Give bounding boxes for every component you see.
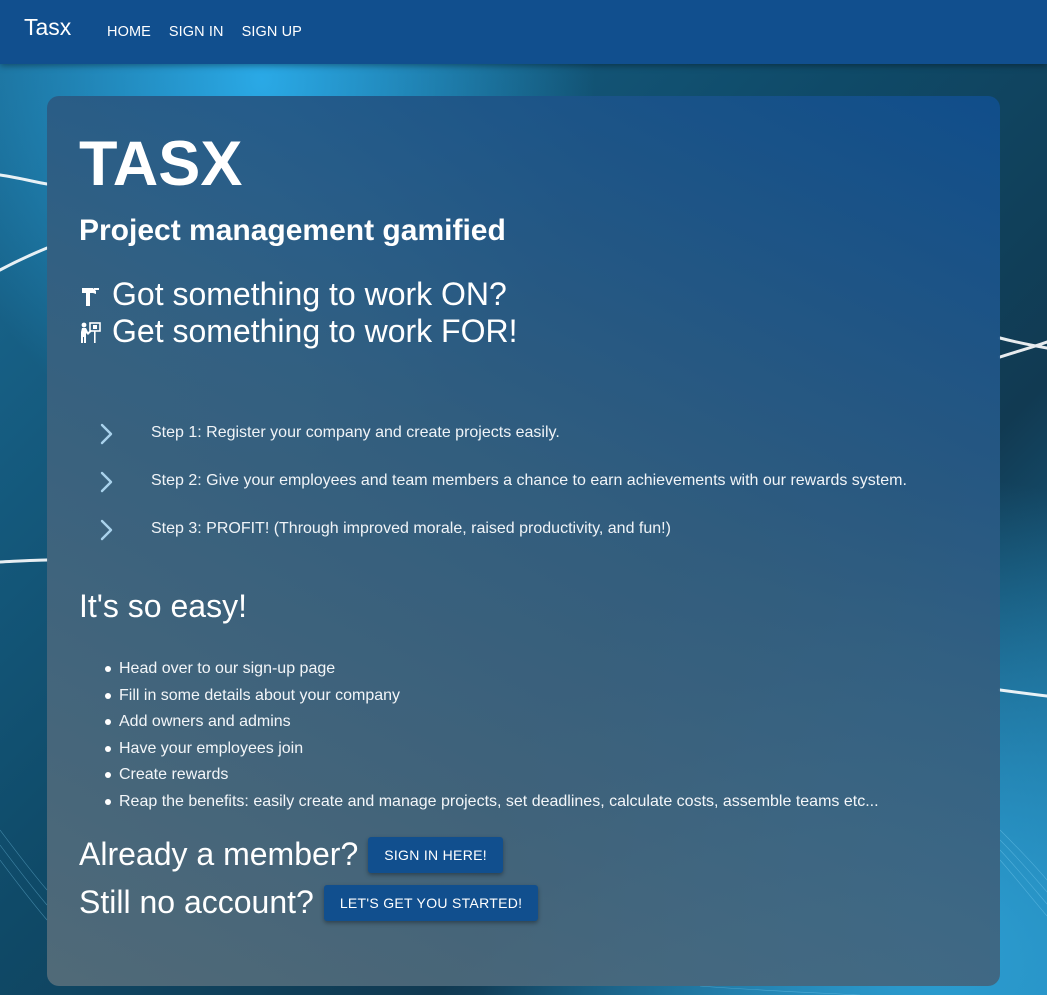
chevron-right-icon	[100, 519, 113, 541]
member-cta-row: Already a member? SIGN IN HERE!	[79, 836, 503, 873]
easy-heading: It's so easy!	[79, 588, 247, 624]
step-item: Step 3: PROFIT! (Through improved morale…	[97, 512, 977, 560]
step-item: Step 2: Give your employees and team mem…	[97, 464, 977, 512]
member-cta-text: Already a member?	[79, 836, 359, 872]
list-item: Reap the benefits: easily create and man…	[87, 791, 879, 818]
list-item-text: Have your employees join	[119, 739, 304, 757]
list-item: Create rewards	[87, 764, 879, 791]
step-text: Step 3: PROFIT! (Through improved morale…	[151, 520, 671, 537]
bullet-dot	[105, 719, 111, 725]
steps-list: Step 1: Register your company and create…	[97, 416, 977, 560]
new-account-cta-row: Still no account? LET'S GET YOU STARTED!	[79, 884, 539, 921]
bullet-dot	[105, 692, 111, 699]
nav-links: HOME SIGN IN SIGN UP	[98, 0, 311, 64]
list-item-text: Head over to our sign-up page	[119, 660, 336, 677]
top-navbar: Tasx HOME SIGN IN SIGN UP	[0, 0, 1047, 64]
tagline-work-for: Get something to work FOR!	[79, 313, 517, 350]
list-item-text: Create rewards	[119, 766, 229, 783]
bullet-dot	[105, 666, 111, 672]
sign-in-here-button[interactable]: SIGN IN HERE!	[368, 836, 503, 873]
nav-link-home[interactable]: HOME	[98, 24, 160, 40]
list-item: Fill in some details about your company	[87, 685, 879, 712]
chevron-right-icon	[100, 423, 113, 445]
list-item-text: Add owners and admins	[119, 713, 291, 730]
trophy-goal-icon	[81, 321, 101, 343]
tagline-text: Got something to work ON?	[112, 276, 507, 312]
list-item: Have your employees join	[87, 738, 879, 765]
bullet-dot	[105, 745, 111, 752]
tagline-work-on: Got something to work ON?	[79, 276, 507, 313]
list-item-text: Reap the benefits: easily create and man…	[119, 792, 879, 810]
step-text: Step 1: Register your company and create…	[151, 424, 560, 441]
chevron-right-icon	[100, 471, 113, 493]
brand-logo-link[interactable]: Tasx	[24, 14, 71, 41]
hero-title: TASX	[79, 129, 243, 199]
get-started-button[interactable]: LET'S GET YOU STARTED!	[323, 884, 539, 921]
list-item: Head over to our sign-up page	[87, 658, 879, 685]
bullet-dot	[105, 772, 111, 778]
hero-subtitle: Project management gamified	[79, 214, 506, 247]
new-account-cta-text: Still no account?	[79, 884, 314, 920]
bullet-dot	[105, 798, 111, 805]
list-item-text: Fill in some details about your company	[119, 686, 401, 704]
hero-card: TASX Project management gamified Got som…	[47, 96, 1000, 986]
step-item: Step 1: Register your company and create…	[97, 416, 977, 464]
tagline-text: Get something to work FOR!	[112, 313, 518, 349]
nav-link-sign-in[interactable]: SIGN IN	[160, 24, 233, 40]
list-item: Add owners and admins	[87, 711, 879, 738]
hammer-icon	[82, 287, 99, 306]
nav-link-sign-up[interactable]: SIGN UP	[233, 24, 311, 40]
step-text: Step 2: Give your employees and team mem…	[151, 472, 907, 489]
easy-steps-list: Head over to our sign-up page Fill in so…	[87, 658, 879, 817]
